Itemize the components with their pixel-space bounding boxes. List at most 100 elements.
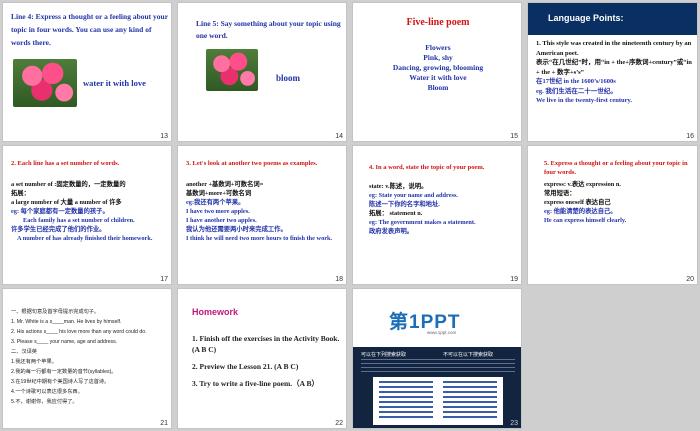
text-line: Each family has a set number of children… xyxy=(23,217,135,224)
exercise-line: 1.我还有两个苹果。 xyxy=(11,359,57,365)
homework-item: 3. Try to write a five-line poem.（A B） xyxy=(192,379,319,388)
text-line: eg: The government makes a statement. xyxy=(369,219,476,226)
slide-number: 15 xyxy=(510,133,518,140)
text-line: eg:我还有两个苹果。 xyxy=(186,199,245,206)
text-line: 陈述一下你的名字和地址. xyxy=(369,201,440,208)
link-grid xyxy=(373,377,503,425)
text-line: We live in the twenty-first century. xyxy=(536,97,633,104)
slide-thumbnail-23[interactable]: 第1PPT www.1ppt.com 可以在下列搜索获取 不可以在以下搜索获取 … xyxy=(352,288,522,429)
exercise-line: 4.一个诗歌可以表达很多东西。 xyxy=(11,389,83,395)
exercise-line: 2.我的每一行都有一定数量的音节(syllables)。 xyxy=(11,369,117,375)
text-line: I think he will need two more hours to f… xyxy=(186,235,333,242)
slide-number: 22 xyxy=(335,420,343,427)
slide-number: 23 xyxy=(510,420,518,427)
link-column xyxy=(443,381,497,421)
text-line: 拓展： xyxy=(11,190,30,197)
info-panel: 可以在下列搜索获取 不可以在以下搜索获取 xyxy=(353,347,521,428)
slide-number: 19 xyxy=(510,276,518,283)
exercise-line: 3.在19世纪中期有个美国诗人写了这首诗。 xyxy=(11,379,110,385)
slide-thumbnail-17[interactable]: 2. Each line has a set number of words. … xyxy=(2,145,172,285)
text-line: eg: State your name and address. xyxy=(369,192,458,199)
link-column xyxy=(379,381,433,421)
panel-right-title: 不可以在以下搜索获取 xyxy=(443,352,494,358)
slide-thumbnail-18[interactable]: 3. Let's look at another two poems as ex… xyxy=(177,145,347,285)
poem-line: Bloom xyxy=(427,83,449,92)
text-line: state: v.陈述，说明。 xyxy=(369,183,428,190)
text-line: 基数词+more+可数名词 xyxy=(186,190,252,197)
text-line: a set number of :固定数量的，一定数量的 xyxy=(11,181,126,188)
slide-number: 21 xyxy=(160,420,168,427)
text-line: 政府发表声明。 xyxy=(369,228,414,235)
homework-list: 1. Finish off the exercises in the Activ… xyxy=(192,333,344,389)
text-line: 拓展： statement n. xyxy=(369,210,423,217)
slide-number: 14 xyxy=(335,133,343,140)
slide-body: state: v.陈述，说明。 eg: State your name and … xyxy=(369,182,519,236)
slide-number: 17 xyxy=(160,276,168,283)
text-line: eg: 每个家庭都有一定数量的孩子。 xyxy=(11,208,109,215)
text-line: express: v.表达 expression n. xyxy=(544,181,621,188)
slide-number: 13 xyxy=(160,133,168,140)
slide-body: express: v.表达 expression n. 常用短语： expres… xyxy=(544,180,694,225)
text-line: 1. This style was created in the ninetee… xyxy=(536,40,692,57)
slide-number: 18 xyxy=(335,276,343,283)
text-line: 我认为他还需要两小时来完成工作。 xyxy=(186,226,287,233)
exercise-line: 3. Please s____ your name, age and addre… xyxy=(11,339,118,345)
slide-thumbnail-15[interactable]: Five-line poem Flowers Pink, shy Dancing… xyxy=(352,2,522,142)
exercise-list: 一、根据句意及首字母提示完成句子。 1. Mr. White is a s___… xyxy=(11,307,169,407)
poem-line: Pink, shy xyxy=(423,53,453,62)
slide-title: Line 4: Express a thought or a feeling a… xyxy=(11,12,168,47)
text-line: A number of has already finished their h… xyxy=(17,235,153,242)
text-line: eg: 他能清楚的表达自己。 xyxy=(544,208,617,215)
poem-line: Flowers xyxy=(425,43,451,52)
slide-header: Language Points: xyxy=(548,13,624,23)
slide-body: a set number of :固定数量的，一定数量的 拓展： a large… xyxy=(11,180,169,243)
slide-thumbnail-22[interactable]: Homework 1. Finish off the exercises in … xyxy=(177,288,347,429)
text-line: 在17世纪 in the 1600’s/1600s xyxy=(536,78,616,85)
slide-title: 2. Each line has a set number of words. xyxy=(11,160,120,167)
flower-image xyxy=(206,49,258,91)
slide-thumbnail-16[interactable]: Language Points: 1. This style was creat… xyxy=(527,2,698,142)
exercise-line: 1. Mr. White is a s____man. He lives by … xyxy=(11,319,122,325)
slide-thumbnail-21[interactable]: 一、根据句意及首字母提示完成句子。 1. Mr. White is a s___… xyxy=(2,288,172,429)
exercise-line: 一、根据句意及首字母提示完成句子。 xyxy=(11,309,100,315)
text-line: 常用短语： xyxy=(544,190,576,197)
slide-title: 3. Let's look at another two poems as ex… xyxy=(186,160,318,167)
panel-text-lines xyxy=(361,359,515,373)
logo-area: 第1PPT www.1ppt.com xyxy=(353,289,521,347)
text-line: another +基数词+可数名词= xyxy=(186,181,264,188)
text-line: I have two more apples. xyxy=(186,208,250,215)
text-line: eg. 我们生活在二十一世纪。 xyxy=(536,87,617,95)
poem-lines: Flowers Pink, shy Dancing, growing, bloo… xyxy=(353,43,521,93)
panel-left-title: 可以在下列搜索获取 xyxy=(361,352,407,358)
slide-title: 4. In a word, state the topic of your po… xyxy=(369,164,485,171)
text-line: 许多学生已经完成了他们的作业。 xyxy=(11,226,106,233)
slide-thumbnail-14[interactable]: Line 5: Say something about your topic u… xyxy=(177,2,347,142)
slide-header-bar: Language Points: xyxy=(528,3,697,35)
slide-thumbnail-13[interactable]: Line 4: Express a thought or a feeling a… xyxy=(2,2,172,142)
slide-body: another +基数词+可数名词= 基数词+more+可数名词 eg:我还有两… xyxy=(186,180,344,243)
homework-item: 2. Preview the Lesson 21. (A B C) xyxy=(192,362,299,371)
slide-title: Line 5: Say something about your topic u… xyxy=(196,19,341,40)
slide-thumbnail-20[interactable]: 5. Express a thought or a feeling about … xyxy=(527,145,698,285)
slide-number: 16 xyxy=(686,133,694,140)
text-line: He can express himself clearly. xyxy=(544,217,627,224)
slide-title: Five-line poem xyxy=(406,17,470,28)
text-line: 表示“在几世纪”时，用“in + the+序数词+century”或“in + … xyxy=(536,59,692,76)
exercise-line: 2. His actions s____ his love more than … xyxy=(11,329,147,335)
slide-title: 5. Express a thought or a feeling about … xyxy=(544,160,688,176)
text-line: I have another two apples. xyxy=(186,217,257,224)
exercise-line: 5.不，谢谢你，我应付得了。 xyxy=(11,399,78,405)
text-line: a large number of 大量 a number of 许多 xyxy=(11,199,122,206)
poem-line: Water it with love xyxy=(409,73,467,82)
slide-body: 1. This style was created in the ninetee… xyxy=(536,39,694,106)
flower-image xyxy=(13,59,77,107)
slide-caption: water it with love xyxy=(83,78,146,88)
slide-title: Homework xyxy=(192,307,239,317)
slide-number: 20 xyxy=(686,276,694,283)
poem-line: Dancing, growing, blooming xyxy=(392,63,484,72)
exercise-line: 二、汉译英 xyxy=(11,349,37,355)
slide-caption: bloom xyxy=(276,73,301,83)
slide-thumbnail-19[interactable]: 4. In a word, state the topic of your po… xyxy=(352,145,522,285)
text-line: express oneself 表达自己 xyxy=(544,199,611,206)
homework-item: 1. Finish off the exercises in the Activ… xyxy=(192,334,340,354)
